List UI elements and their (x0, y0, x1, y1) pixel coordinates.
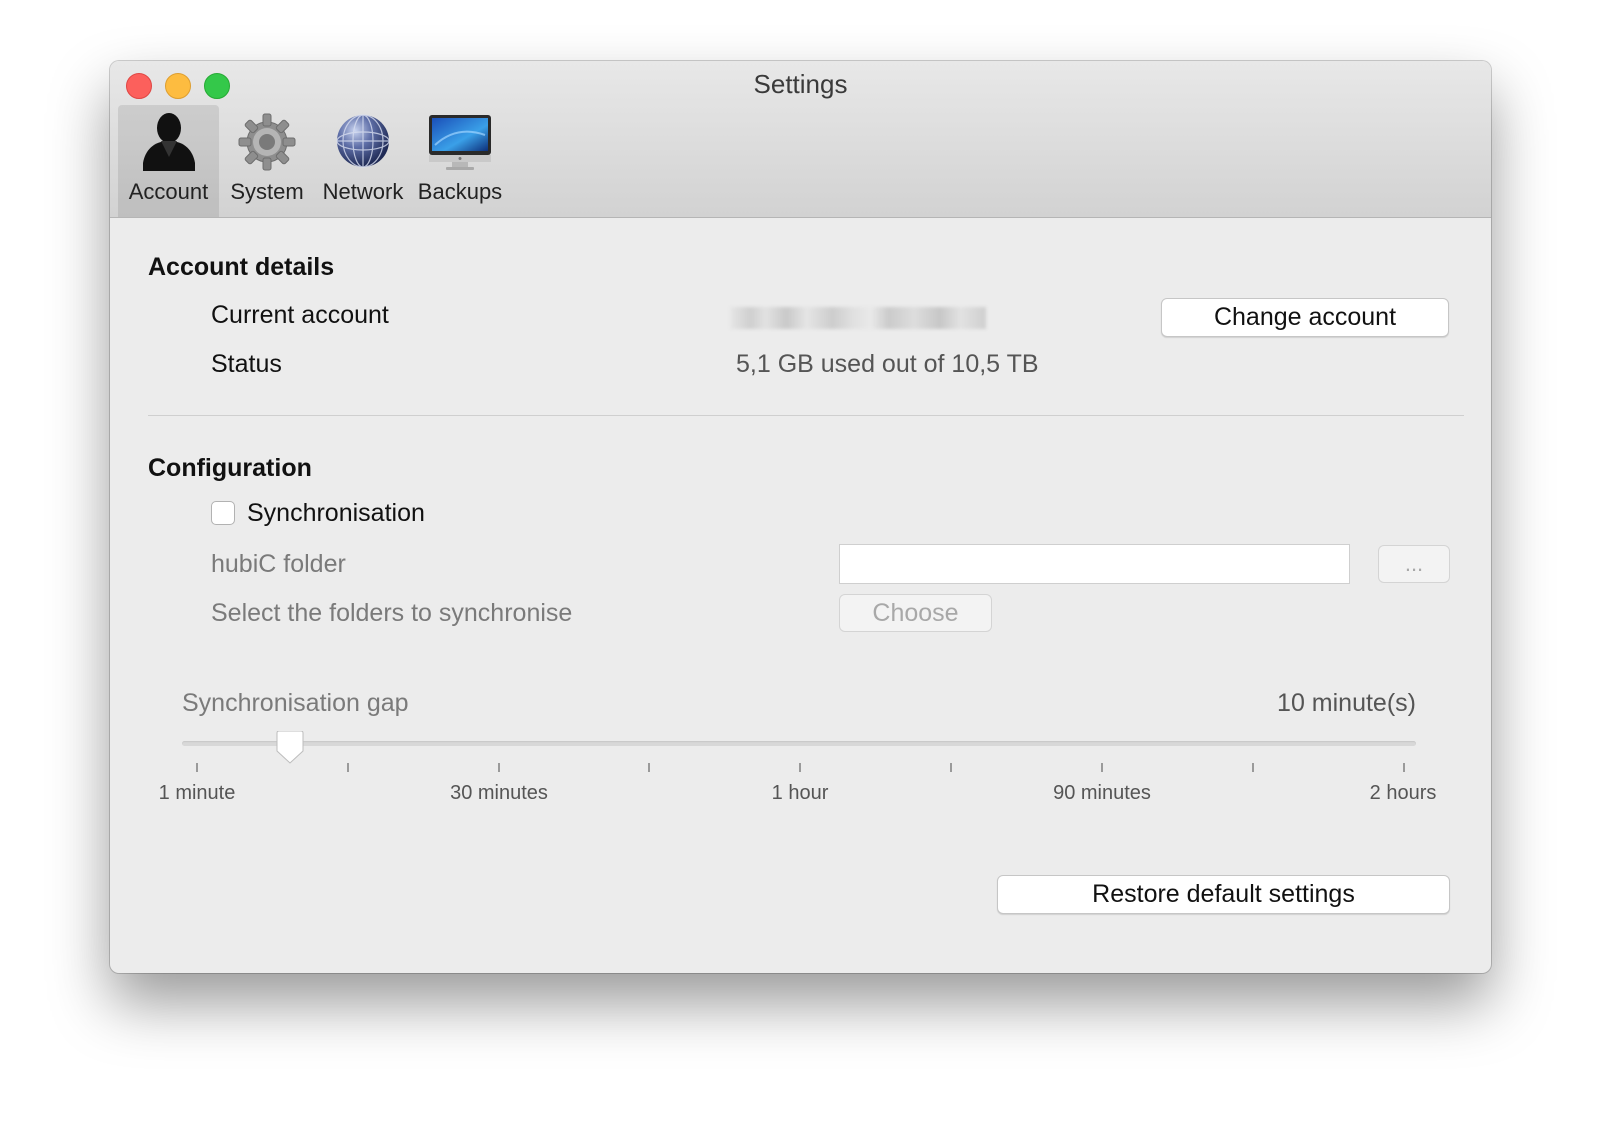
slider-tick (1252, 763, 1254, 772)
tab-network[interactable]: Network (315, 105, 411, 217)
current-account-label: Current account (211, 301, 389, 329)
synchronisation-label: Synchronisation (247, 499, 425, 527)
tab-network-label: Network (322, 179, 404, 204)
tick-label-1-hour: 1 hour (771, 782, 829, 804)
select-folders-label: Select the folders to synchronise (211, 599, 573, 627)
toolbar: Settings Account System Network Backups (110, 61, 1491, 218)
tab-account[interactable]: Account (118, 105, 219, 217)
tab-backups-label: Backups (417, 179, 503, 204)
tab-backups[interactable]: Backups (414, 105, 506, 217)
slider-tick (347, 763, 349, 772)
account-details-heading: Account details (148, 253, 335, 281)
tab-system[interactable]: System (222, 105, 312, 217)
slider-tick (950, 763, 952, 772)
slider-tick (498, 763, 500, 772)
synchronisation-gap-label: Synchronisation gap (182, 689, 409, 717)
tab-account-label: Account (128, 179, 209, 204)
tab-system-label: System (230, 179, 304, 204)
change-account-button[interactable]: Change account (1161, 298, 1449, 337)
synchronisation-checkbox[interactable] (211, 501, 235, 525)
synchronisation-gap-slider[interactable] (182, 741, 1416, 746)
choose-folders-button[interactable]: Choose (839, 594, 992, 632)
section-divider (148, 415, 1464, 416)
slider-tick (196, 763, 198, 772)
slider-tick (799, 763, 801, 772)
synchronisation-gap-value: 10 minute(s) (1277, 689, 1416, 717)
tick-label-90-minutes: 90 minutes (1053, 782, 1151, 804)
current-account-value (730, 307, 986, 329)
globe-icon (333, 111, 393, 176)
tick-label-1-minute: 1 minute (158, 782, 236, 804)
window-title: Settings (753, 69, 848, 99)
status-label: Status (211, 350, 282, 378)
slider-knob[interactable] (274, 730, 306, 765)
slider-tick (648, 763, 650, 772)
gear-icon (236, 111, 298, 178)
slider-tick (1403, 763, 1405, 772)
hubic-folder-label: hubiC folder (211, 550, 346, 578)
status-value: 5,1 GB used out of 10,5 TB (736, 350, 1039, 378)
account-icon (139, 111, 199, 178)
settings-window: Settings Account System Network Backups … (110, 61, 1491, 973)
monitor-icon (427, 111, 493, 178)
browse-folder-button[interactable]: ... (1378, 545, 1450, 583)
slider-tick (1101, 763, 1103, 772)
tick-label-30-minutes: 30 minutes (450, 782, 548, 804)
restore-defaults-button[interactable]: Restore default settings (997, 875, 1450, 914)
configuration-heading: Configuration (148, 454, 312, 482)
tick-label-2-hours: 2 hours (1369, 782, 1437, 804)
hubic-folder-field[interactable] (839, 544, 1350, 584)
